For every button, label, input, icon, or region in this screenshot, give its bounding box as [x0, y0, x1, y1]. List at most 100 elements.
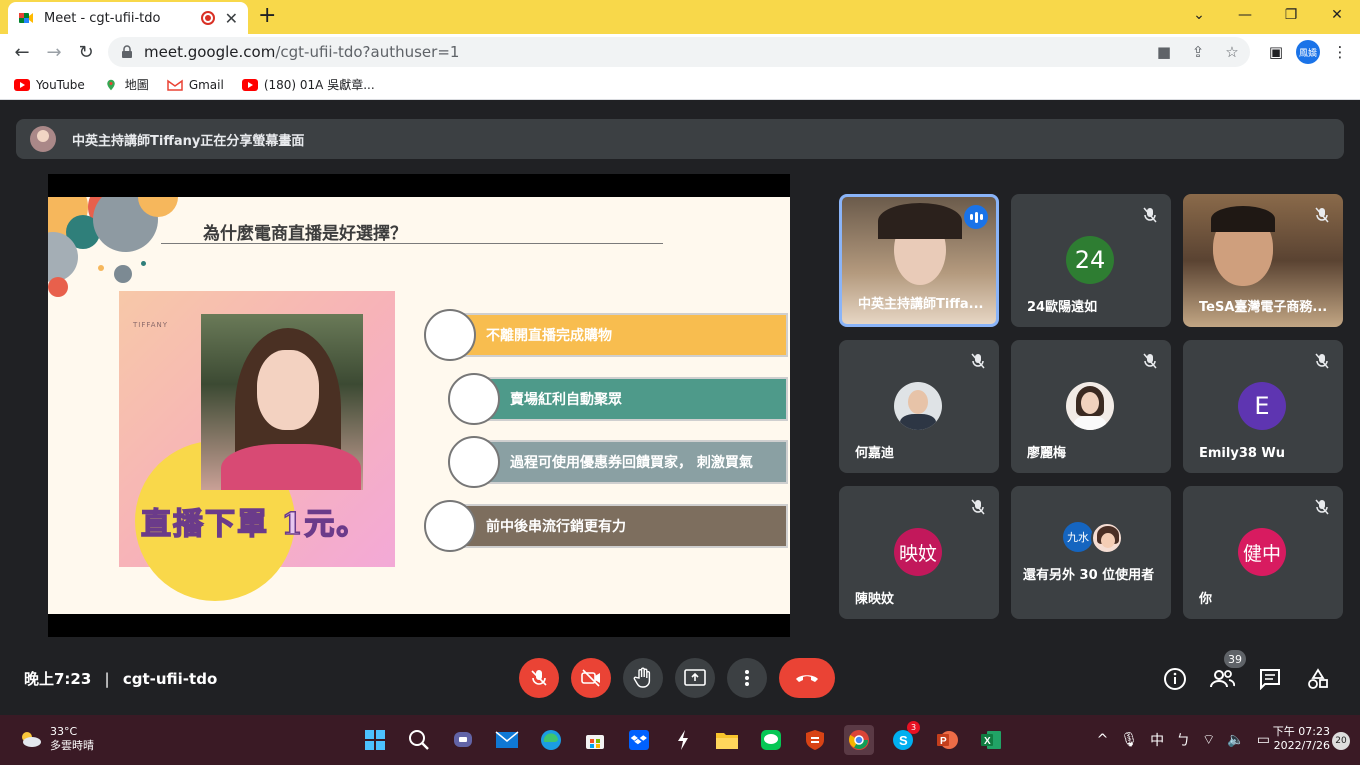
forward-icon[interactable]: →	[42, 40, 66, 64]
recording-icon	[200, 11, 215, 25]
gmail-icon	[167, 79, 183, 91]
store-icon[interactable]	[580, 725, 610, 755]
meeting-separator: |	[104, 670, 110, 688]
meeting-details-button[interactable]	[1162, 666, 1188, 692]
slide-slogan: 直播下單 1元。	[140, 506, 369, 543]
presenter-photo	[201, 314, 363, 490]
people-button[interactable]	[1209, 666, 1235, 692]
more-participants-tile[interactable]: 九水 還有另外 30 位使用者	[1011, 486, 1171, 619]
chat-button[interactable]	[1257, 666, 1283, 692]
weather-widget[interactable]: 33°C 多雲時晴	[18, 725, 94, 753]
restore-icon[interactable]: ❐	[1268, 0, 1314, 30]
address-bar[interactable]: meet.google.com/cgt-ufii-tdo?authuser=1 …	[108, 37, 1250, 67]
avatar-face	[1101, 533, 1115, 548]
skype-icon[interactable]: S3	[888, 721, 920, 755]
bookmark-gmail[interactable]: Gmail	[167, 78, 224, 92]
clock-time: 下午 07:23	[1272, 725, 1330, 738]
youtube-icon	[241, 78, 258, 91]
ime-indicator[interactable]: 中	[1150, 730, 1164, 750]
back-icon[interactable]: ←	[10, 40, 34, 64]
sidepanel-icon[interactable]: ▣	[1266, 42, 1286, 62]
app-lightning-icon[interactable]	[668, 725, 698, 755]
weather-text: 33°C 多雲時晴	[50, 725, 94, 753]
participant-tile[interactable]: 何嘉迪	[839, 340, 999, 473]
slide-photo-card: TIFFANY 直播下單 1元。	[119, 291, 395, 601]
close-window-icon[interactable]: ✕	[1314, 0, 1360, 30]
dropbox-icon[interactable]	[624, 725, 654, 755]
mic-toggle-button[interactable]	[519, 658, 559, 698]
microphone-icon[interactable]: 🎙	[1120, 732, 1138, 748]
ime-mode-icon[interactable]: ㄅ	[1176, 730, 1190, 750]
svg-text:X: X	[984, 736, 991, 747]
url-text: meet.google.com/cgt-ufii-tdo?authuser=1	[144, 43, 459, 61]
speaking-indicator-icon	[964, 205, 988, 229]
more-options-button[interactable]	[727, 658, 767, 698]
teams-chat-icon[interactable]	[448, 725, 478, 755]
browser-tab[interactable]: Meet - cgt-ufii-tdo ✕	[8, 2, 248, 34]
menu-icon[interactable]: ⋮	[1330, 42, 1350, 62]
powerpoint-icon[interactable]: P	[932, 725, 962, 755]
tab-close-icon[interactable]: ✕	[225, 9, 238, 28]
minimize-icon[interactable]: —	[1222, 0, 1268, 30]
participant-tile[interactable]: 中英主持講師Tiffa...	[839, 194, 999, 327]
url-path: /cgt-ufii-tdo?authuser=1	[275, 43, 460, 61]
wifi-icon[interactable]: ⌔	[1202, 731, 1215, 749]
participant-tile[interactable]: 24 24歐陽遠如	[1011, 194, 1171, 327]
participant-tile[interactable]: 映妏 陳映妏	[839, 486, 999, 619]
volume-icon[interactable]: 🔈	[1227, 732, 1244, 748]
group-avatar: 九水	[1063, 522, 1093, 552]
meeting-controls: 晚上7:23 | cgt-ufii-tdo 39	[0, 646, 1360, 706]
file-explorer-icon[interactable]	[712, 725, 742, 755]
meet-favicon-icon	[19, 13, 33, 23]
participant-tile[interactable]: 廖麗梅	[1011, 340, 1171, 473]
participant-tile[interactable]: TeSA臺灣電子商務...	[1183, 194, 1343, 327]
activities-icon	[1308, 668, 1328, 689]
bookmark-youtube[interactable]: YouTube	[14, 78, 85, 92]
bookmark-youtube-video[interactable]: (180) 01A 吳獻章...	[241, 76, 375, 93]
tab-search-icon[interactable]: ⌄	[1176, 0, 1222, 30]
profile-avatar[interactable]: 鳳嬌	[1296, 40, 1320, 64]
more-vert-icon	[745, 670, 749, 686]
leave-call-button[interactable]	[779, 658, 835, 698]
meeting-time: 晚上7:23	[24, 670, 92, 688]
raise-hand-button[interactable]	[623, 658, 663, 698]
slide-item: 前中後串流行銷更有力	[448, 504, 788, 548]
tray-overflow-icon[interactable]: ^	[1097, 732, 1109, 748]
shield-app-icon[interactable]	[800, 725, 830, 755]
line-icon[interactable]	[756, 725, 786, 755]
present-button[interactable]	[675, 658, 715, 698]
clock[interactable]: 下午 07:23 2022/7/26	[1273, 725, 1330, 753]
avatar-body	[1074, 416, 1106, 430]
participant-avatar: 健中	[1238, 528, 1286, 576]
participant-count-badge: 39	[1224, 650, 1246, 668]
share-icon[interactable]: ⇪	[1188, 42, 1208, 62]
presentation-banner: 中英主持講師Tiffany正在分享螢幕畫面	[16, 119, 1344, 159]
tab-strip: Meet - cgt-ufii-tdo ✕ + ⌄ — ❐ ✕	[0, 0, 1360, 34]
edge-icon[interactable]	[536, 725, 566, 755]
camera-icon[interactable]: ■	[1154, 42, 1174, 62]
battery-icon[interactable]: ▭	[1257, 732, 1270, 748]
bookmark-maps[interactable]: 地圖	[103, 76, 149, 93]
start-icon[interactable]	[360, 725, 390, 755]
presentation-view[interactable]: 為什麼電商直播是好選擇？ TIFFANY 直播下單 1元。 不離開直播完成購物 …	[48, 174, 790, 637]
excel-icon[interactable]: X	[976, 725, 1006, 755]
participant-tile-self[interactable]: 健中 你	[1183, 486, 1343, 619]
notification-badge[interactable]: 20	[1332, 732, 1350, 750]
participant-tile[interactable]: E Emily38 Wu	[1183, 340, 1343, 473]
participant-name: 廖麗梅	[1027, 446, 1067, 461]
search-icon[interactable]	[404, 725, 434, 755]
mail-icon[interactable]	[492, 725, 522, 755]
reload-icon[interactable]: ↻	[74, 40, 98, 64]
participant-photo-avatar	[894, 382, 942, 430]
chrome-icon[interactable]	[844, 725, 874, 755]
participant-name: TeSA臺灣電子商務...	[1199, 300, 1328, 315]
more-participants-label: 還有另外 30 位使用者	[1023, 568, 1155, 583]
slide-item-bullet	[424, 309, 476, 361]
activities-button[interactable]	[1305, 666, 1331, 692]
bookmark-star-icon[interactable]: ☆	[1222, 42, 1242, 62]
new-tab-button[interactable]: +	[258, 5, 276, 27]
mic-off-icon	[1315, 499, 1329, 515]
camera-toggle-button[interactable]	[571, 658, 611, 698]
mic-off-icon	[1143, 207, 1157, 223]
slide-item-label: 前中後串流行銷更有力	[486, 519, 626, 535]
